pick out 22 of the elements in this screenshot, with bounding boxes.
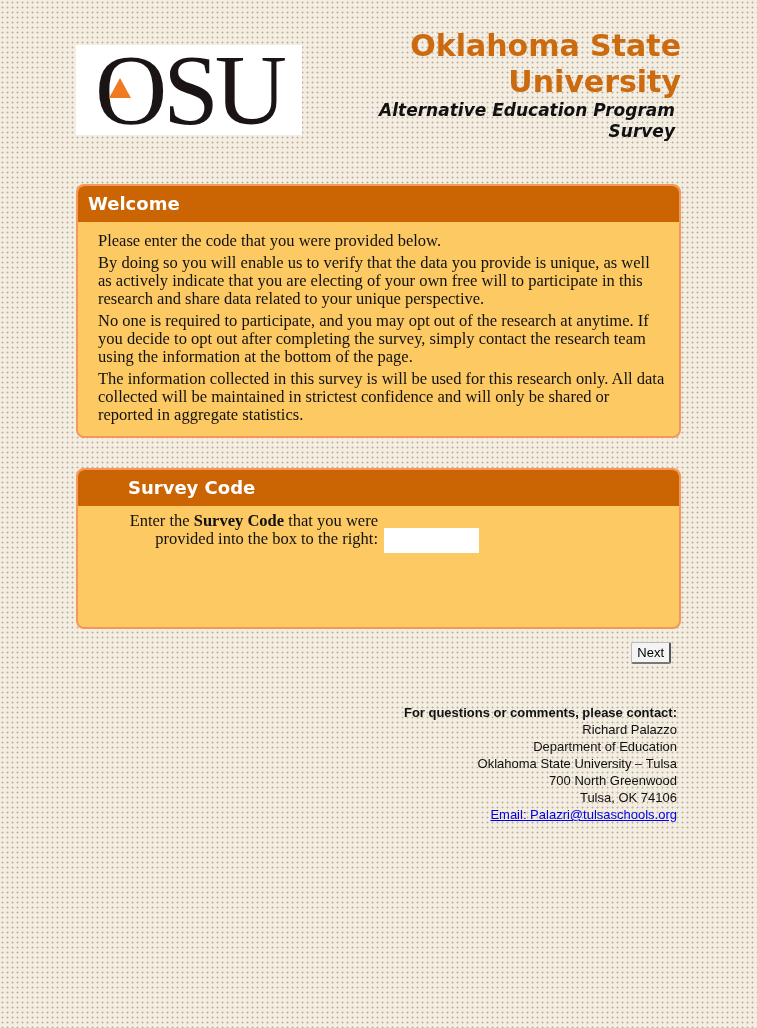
contact-heading: For questions or comments, please contact: xyxy=(403,704,677,721)
contact-line: Department of Education xyxy=(533,738,677,755)
field-label: Enter the Survey Code that you were provided into the box to the right: xyxy=(128,512,378,548)
contact-line: 700 North Greenwood xyxy=(549,772,677,789)
osu-logo: OSU xyxy=(76,45,302,135)
panel-header: Survey Code xyxy=(78,470,679,506)
survey-subtitle: Survey xyxy=(608,121,677,142)
code-field[interactable] xyxy=(384,528,479,553)
site-title: Oklahoma State xyxy=(410,28,681,64)
contact-line: Oklahoma State University – Tulsa xyxy=(477,755,677,772)
panel-header: Welcome xyxy=(78,186,679,222)
contact-line: Richard Palazzo xyxy=(582,721,677,738)
site-title: University xyxy=(508,64,681,100)
contact-line: Tulsa, OK 74106 xyxy=(579,789,677,806)
next-button[interactable]: Next xyxy=(631,642,671,664)
paragraph: The information collected in this survey is will be used for this research only. All data collected will be maintained in strictest confidence and will only be shared or reported in aggregate statistics. xyxy=(98,370,665,424)
paragraph: No one is required to participate, and you may opt out of the research at anytime. If you decide to opt out after completing the survey, simply contact the research team using the information at the bottom of the page. xyxy=(98,312,650,366)
paragraph: By doing so you will enable us to verify that the data you provide is unique, as well as actively indicate that you are electing of your own free will to participate in this research and share data related to your unique perspective. xyxy=(98,254,651,308)
paragraph: Please enter the code that you were provided below. xyxy=(98,232,442,250)
email-link[interactable]: Email: Palazri@tulsaschools.org xyxy=(490,806,677,823)
survey-subtitle: Alternative Education Program xyxy=(379,100,676,121)
triangle-icon xyxy=(109,78,131,98)
